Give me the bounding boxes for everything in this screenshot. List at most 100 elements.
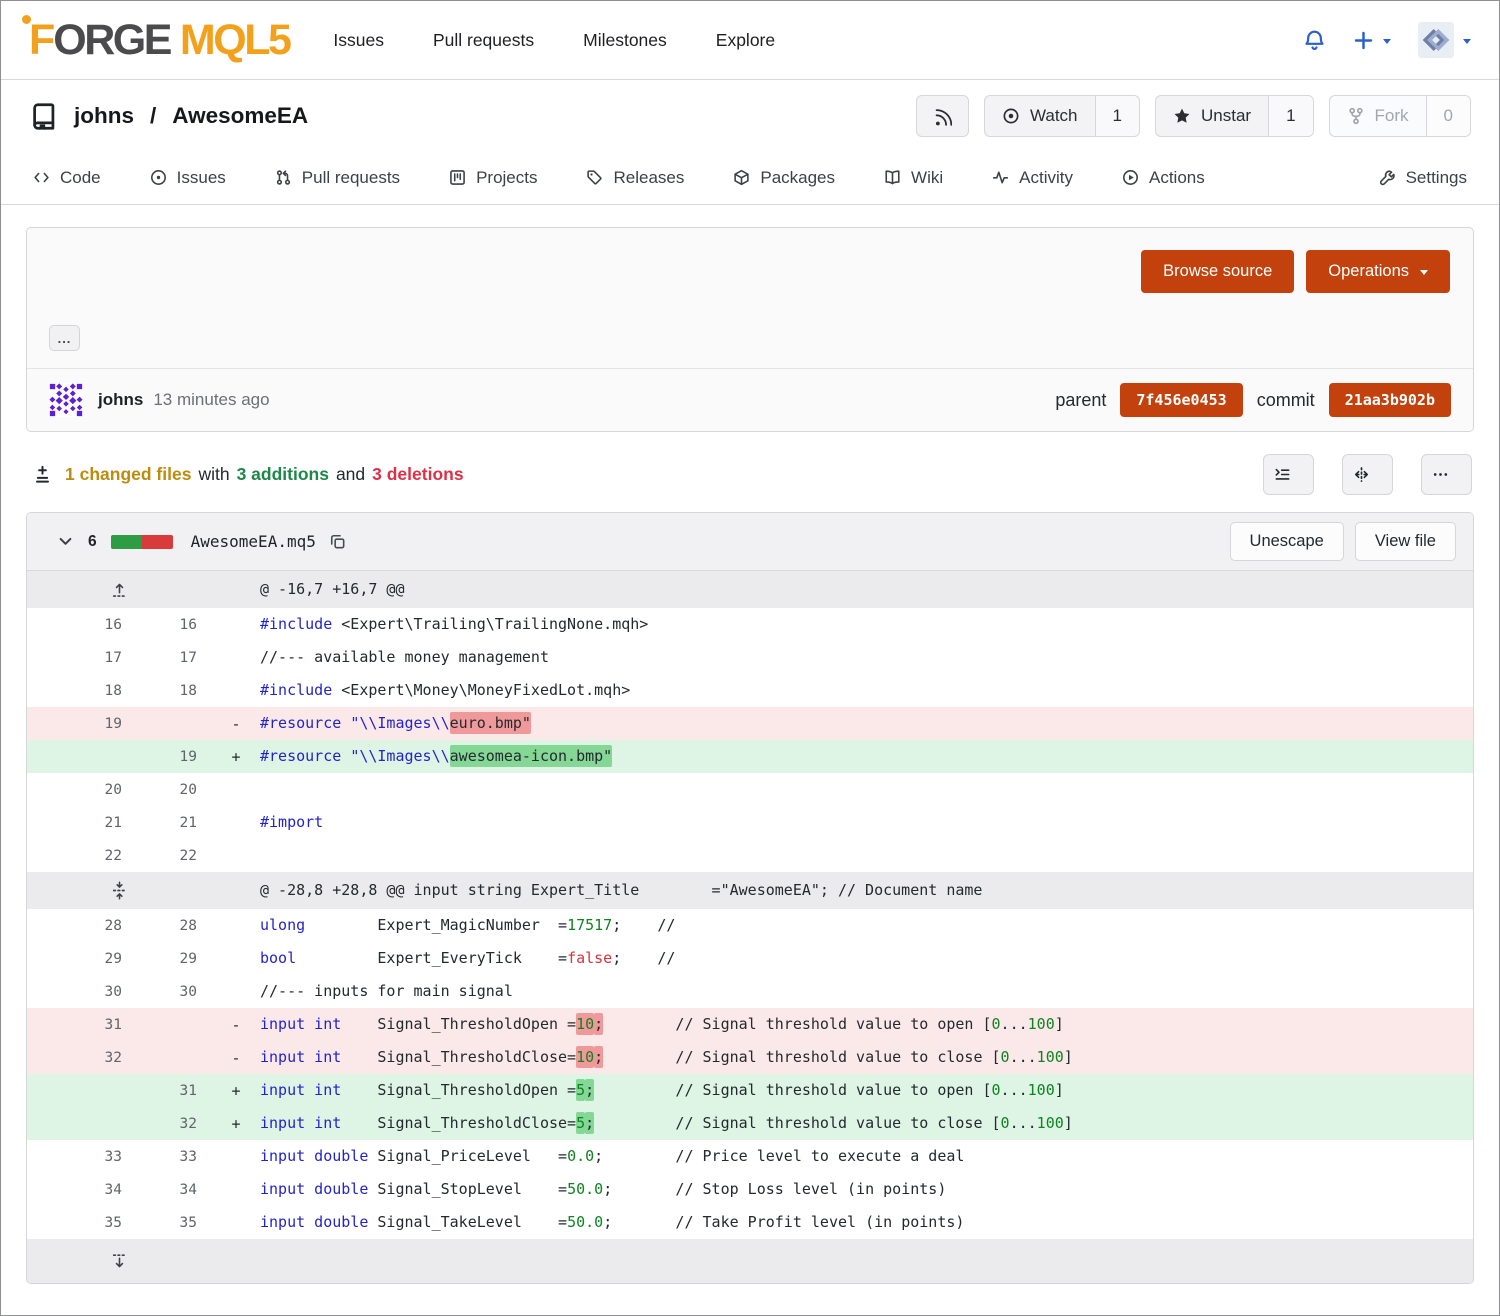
old-line-number[interactable]: 22 (27, 848, 137, 864)
tab-pull-requests[interactable]: Pull requests (275, 168, 400, 188)
old-line-number[interactable]: 19 (27, 716, 137, 732)
expand-commit-message-button[interactable]: ... (49, 325, 80, 351)
nav-item-issues[interactable]: Issues (333, 30, 384, 51)
new-line-number[interactable]: 31 (137, 1083, 212, 1099)
actions-icon (1122, 169, 1139, 186)
nav-item-explore[interactable]: Explore (716, 30, 775, 51)
old-line-number[interactable]: 31 (27, 1017, 137, 1033)
expand-up-icon[interactable] (27, 580, 212, 599)
tab-label: Code (60, 168, 101, 188)
stats-and: and (336, 464, 365, 485)
browse-source-button[interactable]: Browse source (1141, 250, 1294, 293)
commit-actions: Browse source Operations (1141, 250, 1450, 293)
new-line-number[interactable]: 20 (137, 782, 212, 798)
new-line-number[interactable]: 32 (137, 1116, 212, 1132)
new-line-number[interactable]: 18 (137, 683, 212, 699)
new-line-number[interactable]: 19 (137, 749, 212, 765)
watch-button[interactable]: Watch 1 (984, 95, 1140, 137)
author-avatar[interactable] (49, 383, 83, 417)
old-line-number[interactable]: 33 (27, 1149, 137, 1165)
old-line-number[interactable]: 30 (27, 984, 137, 1000)
tab-packages[interactable]: Packages (733, 168, 835, 188)
parent-label: parent (1055, 390, 1106, 411)
new-line-number[interactable]: 22 (137, 848, 212, 864)
repo-name-link[interactable]: AwesomeEA (172, 103, 308, 129)
deletion-marker: - (212, 715, 260, 733)
fork-button[interactable]: Fork 0 (1329, 95, 1471, 137)
file-changes-count: 6 (88, 533, 97, 551)
new-line-number[interactable]: 33 (137, 1149, 212, 1165)
diff-row-context: 2121#import (27, 806, 1473, 839)
main-nav: Issues Pull requests Milestones Explore (333, 30, 775, 51)
operations-button[interactable]: Operations (1306, 250, 1450, 293)
new-line-number[interactable]: 17 (137, 650, 212, 666)
copy-file-name-icon[interactable] (329, 533, 346, 550)
view-file-button[interactable]: View file (1355, 522, 1456, 561)
tab-settings[interactable]: Settings (1379, 168, 1467, 188)
new-line-number[interactable]: 29 (137, 951, 212, 967)
tab-issues[interactable]: Issues (150, 168, 226, 188)
old-line-number[interactable]: 20 (27, 782, 137, 798)
user-menu[interactable] (1418, 22, 1471, 58)
nav-item-milestones[interactable]: Milestones (583, 30, 667, 51)
repo-tabs: Code Issues Pull requests Projects Releases P… (1, 151, 1499, 205)
diff-row-context: 3030//--- inputs for main signal (27, 975, 1473, 1008)
tab-wiki[interactable]: Wiki (884, 168, 943, 188)
create-new-menu[interactable] (1353, 30, 1391, 51)
new-line-number[interactable]: 34 (137, 1182, 212, 1198)
new-line-number[interactable]: 16 (137, 617, 212, 633)
expand-updown-icon[interactable] (27, 881, 212, 900)
old-line-number[interactable]: 17 (27, 650, 137, 666)
new-line-number[interactable]: 28 (137, 918, 212, 934)
rss-button[interactable] (916, 95, 969, 137)
fork-count[interactable]: 0 (1426, 96, 1470, 136)
unstar-button[interactable]: Unstar 1 (1155, 95, 1314, 137)
author-name[interactable]: johns (98, 390, 143, 410)
notifications-bell-icon[interactable] (1303, 29, 1326, 52)
forge-mql5-logo[interactable]: FORGE MQL5 (29, 19, 289, 62)
code-line: input int Signal_ThresholdOpen =10; // S… (260, 1008, 1473, 1041)
watch-count[interactable]: 1 (1095, 96, 1139, 136)
old-line-number[interactable]: 28 (27, 918, 137, 934)
tab-label: Releases (613, 168, 684, 188)
old-line-number[interactable]: 29 (27, 951, 137, 967)
code-line: input double Signal_PriceLevel =0.0; // … (260, 1140, 1473, 1173)
collapse-file-chevron-icon[interactable] (57, 533, 74, 550)
file-name[interactable]: AwesomeEA.mq5 (191, 532, 316, 551)
tab-releases[interactable]: Releases (586, 168, 684, 188)
old-line-number[interactable]: 16 (27, 617, 137, 633)
code-line: ulong Expert_MagicNumber =17517; // (260, 909, 1473, 942)
diff-row-deleted: 31-input int Signal_ThresholdOpen =10; /… (27, 1008, 1473, 1041)
nav-item-pull-requests[interactable]: Pull requests (433, 30, 534, 51)
plus-icon (1353, 30, 1374, 51)
releases-icon (586, 169, 603, 186)
old-line-number[interactable]: 32 (27, 1050, 137, 1066)
old-line-number[interactable]: 18 (27, 683, 137, 699)
whitespace-options-button[interactable] (1263, 454, 1314, 495)
unescape-button[interactable]: Unescape (1230, 522, 1344, 561)
commit-hash-button[interactable]: 21aa3b902b (1329, 383, 1451, 417)
repo-owner-link[interactable]: johns (74, 103, 134, 129)
diff-table: @ -16,7 +16,7 @@1616#include <Expert\Tra… (27, 571, 1473, 1283)
tab-projects[interactable]: Projects (449, 168, 537, 188)
new-line-number[interactable]: 30 (137, 984, 212, 1000)
tab-actions[interactable]: Actions (1122, 168, 1205, 188)
logo-forge-text: ORGE (53, 19, 170, 62)
new-line-number[interactable]: 35 (137, 1215, 212, 1231)
old-line-number[interactable]: 34 (27, 1182, 137, 1198)
tab-label: Wiki (911, 168, 943, 188)
expand-down-icon[interactable] (27, 1252, 212, 1271)
tab-code[interactable]: Code (33, 168, 101, 188)
operations-label: Operations (1328, 262, 1409, 281)
tab-activity[interactable]: Activity (992, 168, 1073, 188)
split-diff-icon (1353, 466, 1370, 483)
old-line-number[interactable]: 21 (27, 815, 137, 831)
split-view-button[interactable] (1342, 454, 1393, 495)
diff-more-options-button[interactable] (1421, 454, 1472, 495)
stats-with: with (198, 464, 229, 485)
code-line: input double Signal_TakeLevel =50.0; // … (260, 1206, 1473, 1239)
parent-hash-button[interactable]: 7f456e0453 (1120, 383, 1242, 417)
new-line-number[interactable]: 21 (137, 815, 212, 831)
old-line-number[interactable]: 35 (27, 1215, 137, 1231)
star-count[interactable]: 1 (1268, 96, 1312, 136)
